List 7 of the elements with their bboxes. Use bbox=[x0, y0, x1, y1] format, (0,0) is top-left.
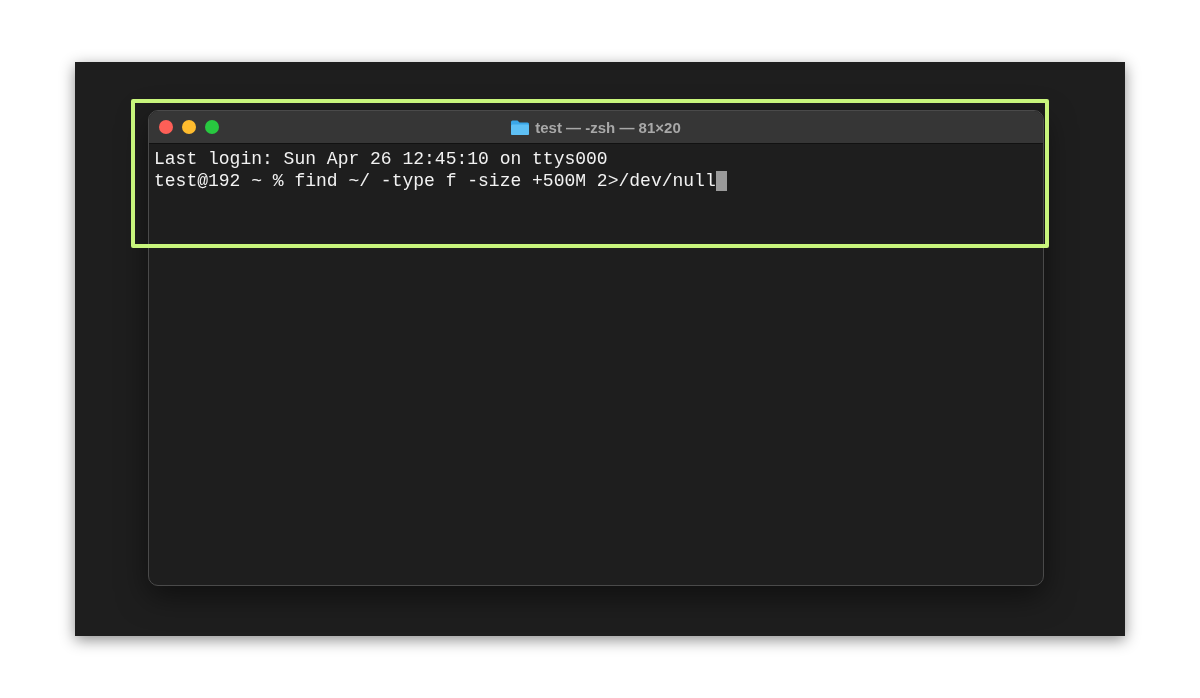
folder-icon bbox=[511, 119, 530, 135]
window-title: test — -zsh — 81×20 bbox=[535, 118, 681, 136]
minimize-button[interactable] bbox=[182, 120, 196, 134]
close-button[interactable] bbox=[159, 120, 173, 134]
terminal-output-line: Last login: Sun Apr 26 12:45:10 on ttys000 bbox=[154, 148, 608, 170]
terminal-command-line: test@192 ~ % find ~/ -type f -size +500M 2>/dev/null bbox=[154, 170, 716, 192]
zoom-button[interactable] bbox=[205, 120, 219, 134]
